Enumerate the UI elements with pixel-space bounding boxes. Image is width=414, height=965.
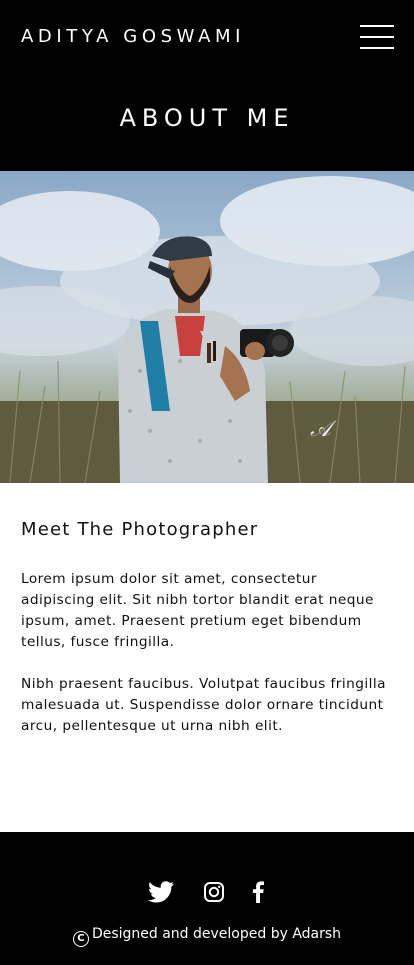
page-title: ABOUT ME: [119, 104, 295, 132]
credit-text: Designed and developed by Adarsh: [91, 926, 342, 942]
facebook-icon[interactable]: [252, 879, 266, 905]
hero-photo: 𝒜: [0, 171, 414, 483]
hamburger-menu-icon[interactable]: [360, 25, 394, 49]
footer-credit: C Designed and developed by Adarsh: [0, 926, 414, 947]
about-paragraph-1: Lorem ipsum dolor sit amet, consectetur …: [21, 571, 374, 650]
site-header: ADITYA GOSWAMI ABOUT ME: [0, 0, 414, 171]
copyright-icon: C: [72, 931, 89, 947]
brand-name[interactable]: ADITYA GOSWAMI: [21, 26, 245, 47]
about-content: Meet The Photographer Lorem ipsum dolor …: [0, 483, 414, 832]
twitter-icon[interactable]: [148, 879, 174, 905]
section-heading: Meet The Photographer: [21, 519, 259, 540]
site-footer: C Designed and developed by Adarsh: [0, 832, 414, 965]
instagram-icon[interactable]: [204, 879, 224, 905]
about-paragraph-2: Nibh praesent faucibus. Volutpat faucibu…: [21, 676, 386, 734]
social-links: [0, 879, 414, 905]
